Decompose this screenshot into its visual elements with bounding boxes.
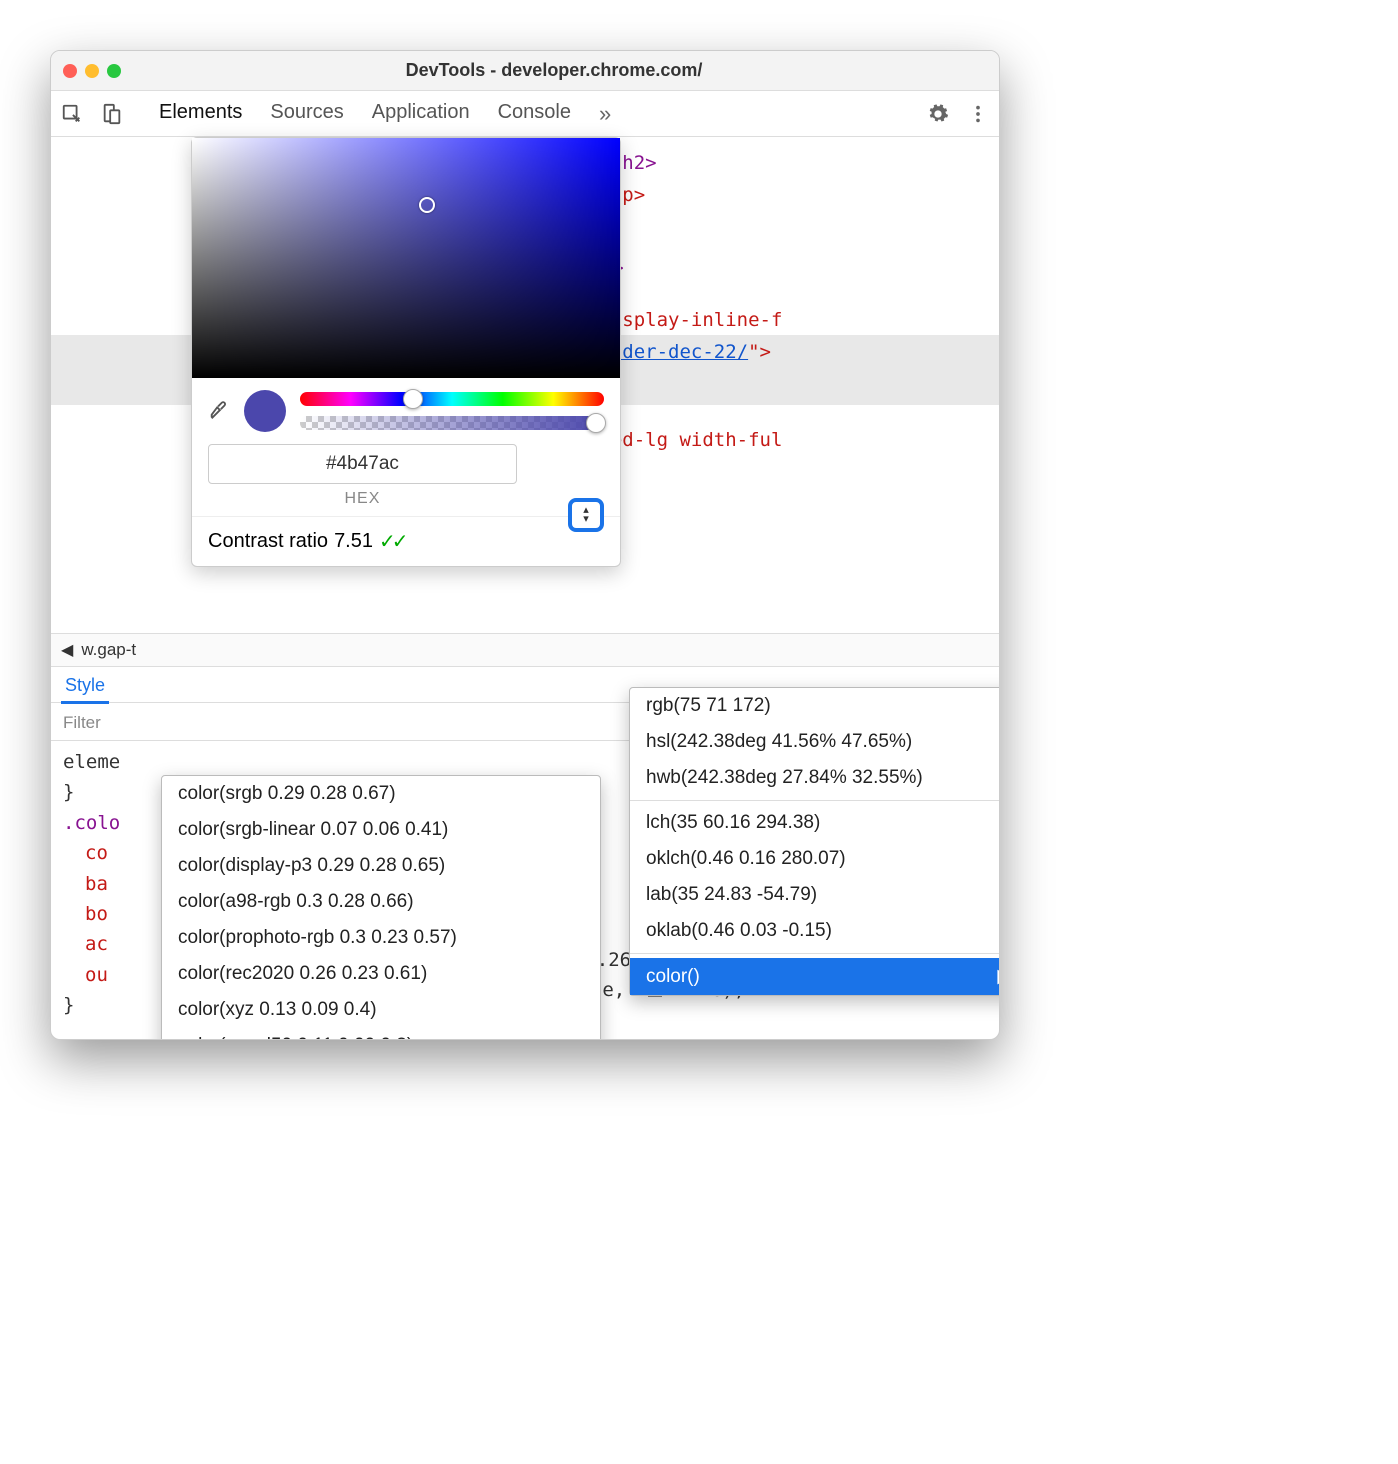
color-function-submenu: color(srgb 0.29 0.28 0.67) color(srgb-li… bbox=[161, 775, 601, 1040]
eyedropper-icon[interactable] bbox=[208, 400, 230, 422]
menu-item[interactable]: color(srgb-linear 0.07 0.06 0.41) bbox=[162, 812, 600, 848]
minimize-button[interactable] bbox=[85, 64, 99, 78]
panel-tabs: Elements Sources Application Console » bbox=[159, 101, 909, 127]
dom-text: "> bbox=[748, 341, 771, 363]
kebab-icon[interactable] bbox=[967, 103, 989, 125]
submenu-arrow-icon: ▶ bbox=[997, 965, 1000, 988]
contrast-value: 7.51 bbox=[334, 530, 373, 553]
menu-item[interactable]: color(xyz 0.13 0.09 0.4) bbox=[162, 992, 600, 1028]
menu-item[interactable]: color(rec2020 0.26 0.23 0.61) bbox=[162, 956, 600, 992]
tab-application[interactable]: Application bbox=[372, 101, 470, 127]
menu-item[interactable]: color(prophoto-rgb 0.3 0.23 0.57) bbox=[162, 920, 600, 956]
contrast-label: Contrast ratio bbox=[208, 530, 328, 553]
window-controls bbox=[63, 64, 121, 78]
crumb-back-icon[interactable]: ◀ bbox=[61, 640, 73, 660]
titlebar: DevTools - developer.chrome.com/ bbox=[51, 51, 999, 91]
menu-item-selected[interactable]: color() ▶ bbox=[630, 958, 1000, 995]
spectrum-field[interactable] bbox=[192, 138, 620, 378]
menu-item[interactable]: color(display-p3 0.29 0.28 0.65) bbox=[162, 848, 600, 884]
menu-item[interactable]: lch(35 60.16 294.38) bbox=[630, 805, 1000, 841]
css-text: eleme bbox=[63, 751, 120, 773]
alpha-slider[interactable] bbox=[300, 416, 604, 430]
menu-item[interactable]: rgb(75 71 172) bbox=[630, 688, 1000, 724]
tab-console[interactable]: Console bbox=[498, 101, 571, 127]
contrast-row[interactable]: Contrast ratio 7.51 ✓✓ bbox=[192, 516, 620, 566]
menu-item[interactable]: color(xyz-d50 0.11 0.09 0.3) bbox=[162, 1028, 600, 1040]
format-label: HEX bbox=[208, 490, 517, 508]
tabs-overflow[interactable]: » bbox=[599, 101, 611, 127]
css-text: } bbox=[63, 781, 74, 803]
hex-input[interactable] bbox=[208, 444, 517, 484]
menu-item[interactable]: hwb(242.38deg 27.84% 32.55%) bbox=[630, 760, 1000, 796]
breadcrumb[interactable]: ◀ w.gap-t bbox=[51, 633, 999, 667]
menu-item[interactable]: hsl(242.38deg 41.56% 47.65%) bbox=[630, 724, 1000, 760]
menu-item[interactable]: oklab(0.46 0.03 -0.15) bbox=[630, 913, 1000, 949]
tab-styles[interactable]: Style bbox=[61, 669, 109, 704]
hue-slider[interactable] bbox=[300, 392, 604, 406]
menu-separator bbox=[630, 953, 1000, 954]
hue-thumb[interactable] bbox=[403, 389, 423, 409]
close-button[interactable] bbox=[63, 64, 77, 78]
css-text: } bbox=[63, 994, 74, 1016]
menu-item[interactable]: oklch(0.46 0.16 280.07) bbox=[630, 841, 1000, 877]
menu-item[interactable]: color(a98-rgb 0.3 0.28 0.66) bbox=[162, 884, 600, 920]
current-color-swatch bbox=[244, 390, 286, 432]
menu-item-label: color() bbox=[646, 966, 700, 988]
format-menu: rgb(75 71 172) hsl(242.38deg 41.56% 47.6… bbox=[629, 687, 1000, 996]
spectrum-cursor[interactable] bbox=[419, 197, 435, 213]
content-area: -h3-card"></h2> -caption"></p> </div> r-… bbox=[51, 137, 999, 1039]
inspect-icon[interactable] bbox=[61, 103, 83, 125]
menu-item[interactable]: color(srgb 0.29 0.28 0.67) bbox=[162, 776, 600, 812]
menu-item[interactable]: lab(35 24.83 -54.79) bbox=[630, 877, 1000, 913]
format-switch-button[interactable] bbox=[568, 498, 604, 532]
devtools-window: DevTools - developer.chrome.com/ Element… bbox=[50, 50, 1000, 1040]
device-icon[interactable] bbox=[101, 103, 123, 125]
color-picker: HEX Contrast ratio 7.51 ✓✓ bbox=[191, 137, 621, 567]
zoom-button[interactable] bbox=[107, 64, 121, 78]
tab-sources[interactable]: Sources bbox=[270, 101, 343, 127]
tab-elements[interactable]: Elements bbox=[159, 101, 242, 127]
toolbar: Elements Sources Application Console » bbox=[51, 91, 999, 137]
window-title: DevTools - developer.chrome.com/ bbox=[121, 60, 987, 81]
crumb-item[interactable]: w.gap-t bbox=[81, 640, 136, 660]
check-icon: ✓✓ bbox=[379, 529, 405, 554]
alpha-thumb[interactable] bbox=[586, 413, 606, 433]
menu-separator bbox=[630, 800, 1000, 801]
gear-icon[interactable] bbox=[927, 103, 949, 125]
